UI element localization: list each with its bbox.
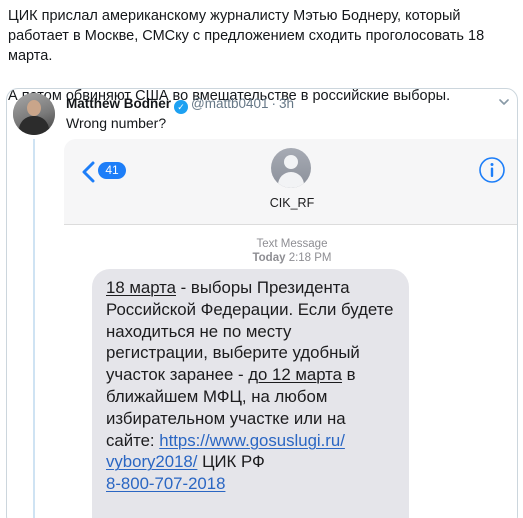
quoted-tweet[interactable]: Matthew Bodner ✓ @mattb0401 · 3h Wrong numbe… <box>6 88 518 518</box>
tweet-header: Matthew Bodner ✓ @mattb0401 · 3h <box>66 95 294 114</box>
tweet-text: Wrong number? <box>66 115 167 131</box>
gosuslugi-link-part-1: https://www.gosuslugi.ru/ <box>159 430 345 450</box>
election-date: 18 марта <box>106 278 176 297</box>
message-bubble: 18 марта - выборы Президента Российской … <box>92 269 409 518</box>
thread-line <box>33 139 35 518</box>
gosuslugi-link-part-2: vybory2018/ <box>106 452 198 472</box>
message-meta: Text Message Today 2:18 PM <box>64 237 517 265</box>
message-signature: ЦИК РФ <box>197 452 265 472</box>
caret-down-icon[interactable] <box>499 97 509 107</box>
back-count-badge: 41 <box>98 162 126 179</box>
author-name[interactable]: Matthew Bodner <box>66 96 171 111</box>
message-day: Today <box>252 252 286 264</box>
contact-name: CIK_RF <box>269 196 315 210</box>
hotline-phone: 8-800-707-2018 <box>106 474 226 494</box>
message-time: 2:18 PM <box>288 252 332 264</box>
back-chevron-icon <box>82 161 95 183</box>
author-handle[interactable]: @mattb0401 <box>191 96 269 111</box>
tweet-time[interactable]: 3h <box>279 96 294 111</box>
imessage-header: 41 CIK_RF <box>64 139 517 225</box>
info-icon <box>479 157 505 183</box>
verified-badge-icon: ✓ <box>174 100 189 114</box>
deadline-date: до 12 марта <box>248 365 343 385</box>
avatar[interactable] <box>13 93 55 135</box>
message-type-label: Text Message <box>256 238 328 250</box>
post-line-1: ЦИК прислал американскому журналисту Мэт… <box>8 8 485 64</box>
contact-avatar-icon <box>271 148 311 188</box>
sms-screenshot[interactable]: 41 CIK_RF Text Message Today 2:18 PM 18 … <box>64 139 517 518</box>
separator-dot: · <box>271 96 277 111</box>
